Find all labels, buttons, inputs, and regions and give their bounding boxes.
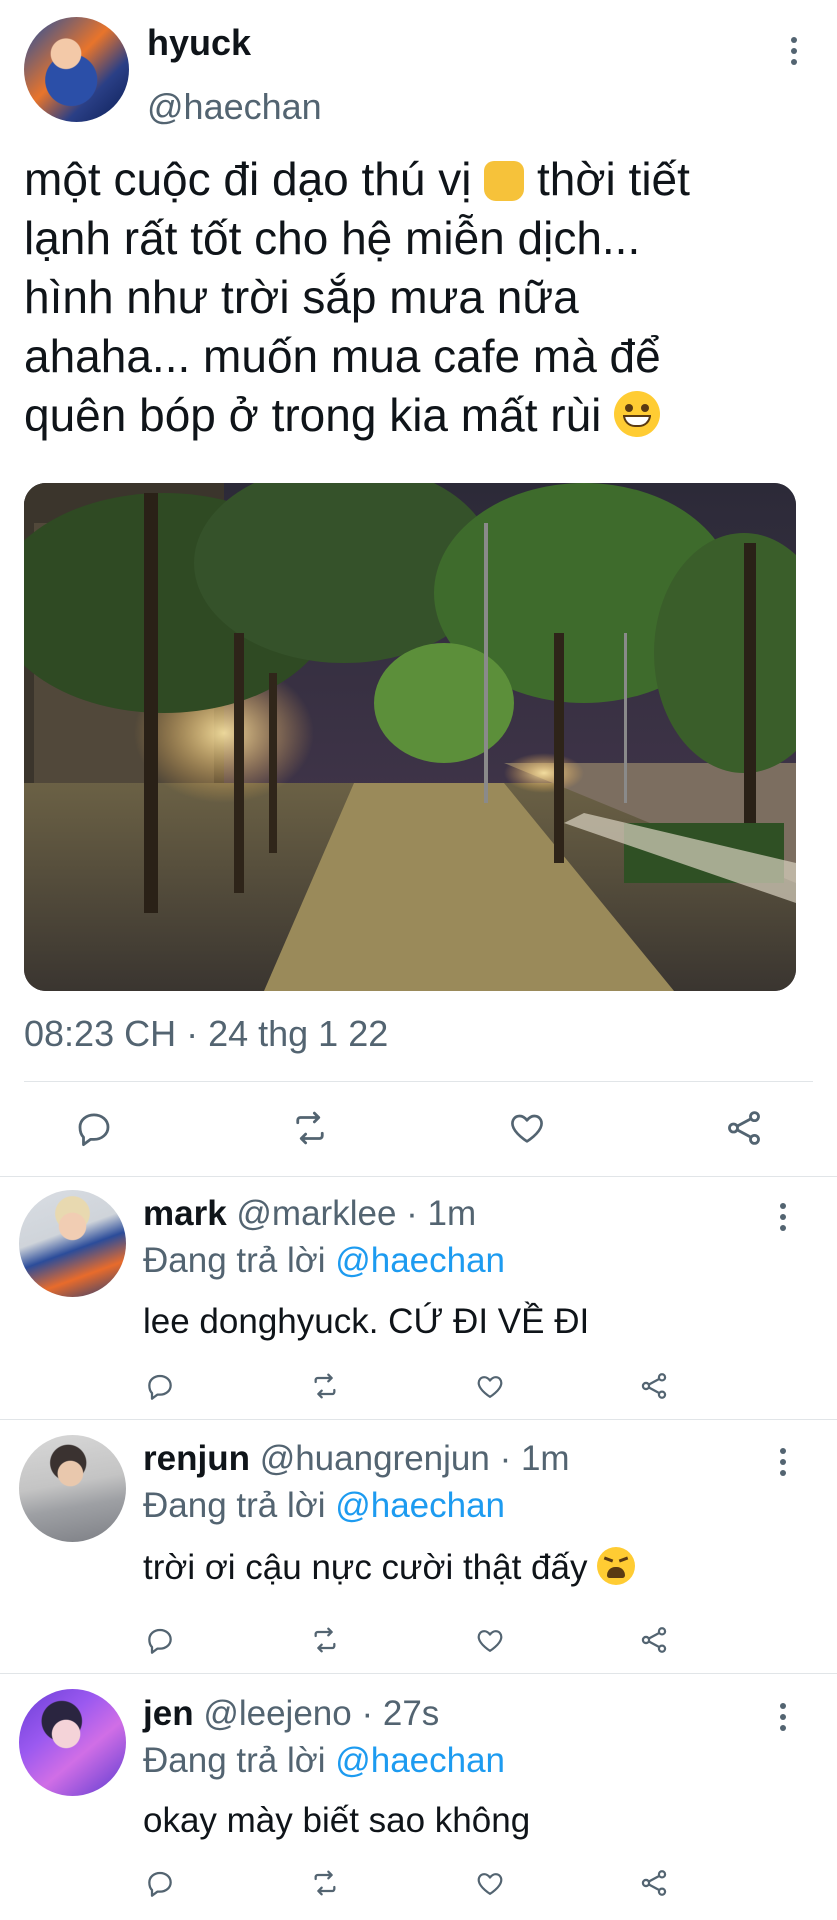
reply-author-name[interactable]: mark — [143, 1194, 227, 1233]
like-icon[interactable] — [473, 1371, 507, 1402]
reply-avatar[interactable] — [19, 1435, 126, 1542]
share-icon[interactable] — [638, 1867, 670, 1899]
reply-time: · 1m — [499, 1439, 570, 1478]
replying-to-link[interactable]: @haechan — [335, 1741, 505, 1780]
like-icon[interactable] — [506, 1108, 548, 1148]
divider — [0, 1176, 837, 1177]
thumbs-up-icon — [484, 161, 525, 201]
reply-icon[interactable] — [144, 1370, 176, 1402]
tweet-text-line: hình như trời sắp mưa nữa — [24, 271, 579, 323]
reply-author-name[interactable]: jen — [143, 1694, 194, 1733]
retweet-icon[interactable] — [307, 1867, 343, 1899]
divider — [24, 1081, 813, 1082]
divider — [0, 1419, 837, 1420]
reply-header: renjun @huangrenjun · 1m — [143, 1439, 570, 1479]
share-icon[interactable] — [723, 1107, 765, 1149]
share-icon[interactable] — [638, 1370, 670, 1402]
tweet-text: một cuộc đi dạo thú vị thời tiết lạnh rấ… — [24, 150, 814, 445]
tweet-text-line: ahaha... muốn mua cafe mà để — [24, 330, 661, 382]
author-handle[interactable]: @haechan — [147, 86, 322, 128]
reply-author-handle[interactable]: @marklee — [236, 1194, 396, 1233]
reply-text: okay mày biết sao không — [143, 1801, 531, 1840]
replying-to-label: Đang trả lời — [143, 1741, 326, 1780]
divider — [0, 1673, 837, 1674]
tweet-text-line: quên bóp ở trong kia mất rùi — [24, 389, 602, 441]
reply-time: · 27s — [361, 1694, 440, 1733]
share-icon[interactable] — [638, 1624, 670, 1656]
reply-header: jen @leejeno · 27s — [143, 1694, 439, 1734]
more-options-icon[interactable] — [780, 1448, 786, 1476]
more-options-icon[interactable] — [791, 37, 797, 65]
reply-text: lee donghyuck. CỨ ĐI VỀ ĐI — [143, 1302, 590, 1341]
reply-icon[interactable] — [144, 1867, 176, 1899]
replying-to-link[interactable]: @haechan — [335, 1486, 505, 1525]
reply-avatar[interactable] — [19, 1190, 126, 1297]
reply-text-content: trời ơi cậu nực cười thật đấy — [143, 1548, 588, 1587]
retweet-icon[interactable] — [307, 1370, 343, 1402]
reply-text: trời ơi cậu nực cười thật đấy — [143, 1547, 636, 1588]
grinning-face-icon — [614, 391, 661, 437]
reply-time: · 1m — [406, 1194, 477, 1233]
tweet-text-line: một cuộc đi dạo thú vị — [24, 153, 472, 205]
reply-header: mark @marklee · 1m — [143, 1194, 476, 1234]
tweet-timestamp[interactable]: 08:23 CH · 24 thg 1 22 — [24, 1013, 388, 1055]
retweet-icon[interactable] — [307, 1624, 343, 1656]
replying-to-label: Đang trả lời — [143, 1241, 326, 1280]
replying-to-link[interactable]: @haechan — [335, 1241, 505, 1280]
tweet-text-line: lạnh rất tốt cho hệ miễn dịch... — [24, 212, 641, 264]
night-street-image — [24, 483, 796, 991]
replying-to: Đang trả lời @haechan — [143, 1486, 505, 1526]
reply-avatar[interactable] — [19, 1689, 126, 1796]
reply-icon[interactable] — [73, 1107, 115, 1149]
tweet-text-line: thời tiết — [537, 153, 690, 205]
reply-author-handle[interactable]: @huangrenjun — [260, 1439, 490, 1478]
author-avatar[interactable] — [24, 17, 129, 122]
reply-author-handle[interactable]: @leejeno — [203, 1694, 351, 1733]
more-options-icon[interactable] — [780, 1203, 786, 1231]
reply-author-name[interactable]: renjun — [143, 1439, 250, 1478]
replying-to: Đang trả lời @haechan — [143, 1241, 505, 1281]
reply-icon[interactable] — [144, 1624, 176, 1656]
retweet-icon[interactable] — [288, 1107, 332, 1149]
tweet-photo[interactable] — [24, 483, 796, 991]
replying-to: Đang trả lời @haechan — [143, 1741, 505, 1781]
like-icon[interactable] — [473, 1625, 507, 1656]
weary-face-icon — [597, 1547, 636, 1585]
more-options-icon[interactable] — [780, 1703, 786, 1731]
replying-to-label: Đang trả lời — [143, 1486, 326, 1525]
like-icon[interactable] — [473, 1868, 507, 1899]
author-name[interactable]: hyuck — [147, 22, 251, 64]
